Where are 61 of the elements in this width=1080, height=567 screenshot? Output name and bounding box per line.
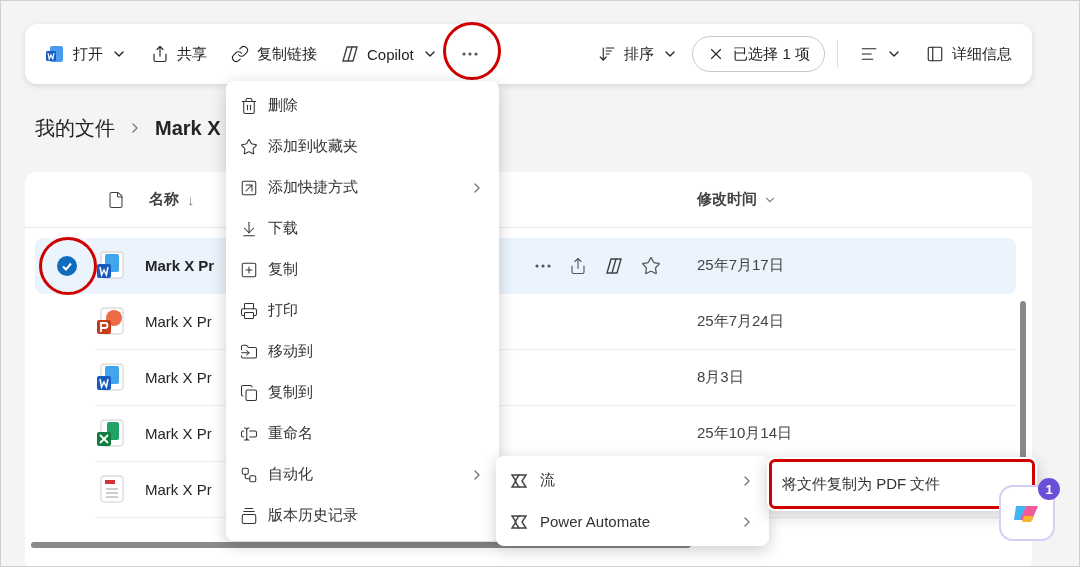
copilot-icon[interactable] bbox=[605, 256, 623, 275]
copilot-button[interactable]: Copilot bbox=[331, 36, 448, 72]
excel-file-icon bbox=[95, 417, 127, 450]
copilot-fab[interactable] bbox=[999, 485, 1055, 541]
flow-icon bbox=[510, 512, 530, 531]
share-button[interactable]: 共享 bbox=[141, 36, 217, 72]
modified-date: 8月3日 bbox=[697, 368, 744, 387]
menu-item[interactable]: 重命名 bbox=[230, 413, 495, 454]
folder-icon bbox=[240, 342, 258, 361]
file-name: Mark X Pr bbox=[145, 313, 212, 330]
menu-item[interactable]: 添加到收藏夹 bbox=[230, 126, 495, 167]
details-pane-icon bbox=[926, 45, 944, 63]
link-icon bbox=[231, 45, 249, 63]
details-button[interactable]: 详细信息 bbox=[916, 36, 1022, 72]
workflow-icon bbox=[240, 465, 258, 484]
shortcut-icon bbox=[240, 178, 258, 197]
copy-link-button[interactable]: 复制链接 bbox=[221, 36, 327, 72]
sort-icon bbox=[598, 45, 617, 63]
file-name: Mark X Pr bbox=[145, 257, 215, 274]
copy-icon bbox=[240, 260, 258, 279]
star-icon[interactable] bbox=[641, 255, 661, 276]
modified-date: 25年7月24日 bbox=[697, 312, 784, 331]
share-icon bbox=[151, 45, 169, 63]
checked-icon[interactable] bbox=[57, 255, 77, 276]
copilot-icon bbox=[341, 45, 359, 63]
download-icon bbox=[240, 219, 258, 238]
file-name: Mark X Pr bbox=[145, 481, 212, 498]
file-type-icon bbox=[107, 190, 125, 209]
flow-icon bbox=[510, 471, 530, 490]
file-name: Mark X Pr bbox=[145, 425, 212, 442]
history-icon bbox=[240, 506, 258, 525]
menu-item[interactable]: Power Automate bbox=[500, 501, 765, 542]
menu-item[interactable]: 添加快捷方式 bbox=[230, 167, 495, 208]
file-name: Mark X Pr bbox=[145, 369, 212, 386]
sort-button[interactable]: 排序 bbox=[588, 36, 689, 72]
menu-item[interactable]: 版本历史记录 bbox=[230, 495, 495, 536]
copy-icon bbox=[240, 383, 258, 402]
trash-icon bbox=[240, 96, 258, 115]
share-icon[interactable] bbox=[569, 256, 587, 275]
word-file-icon bbox=[95, 361, 127, 394]
notification-badge: 1 bbox=[1038, 478, 1060, 500]
modified-date: 25年7月17日 bbox=[697, 256, 784, 275]
menu-item[interactable]: 流 bbox=[500, 460, 765, 501]
rename-icon bbox=[240, 424, 258, 443]
more-icon[interactable] bbox=[535, 263, 551, 268]
column-header[interactable]: 修改时间 bbox=[697, 190, 757, 209]
sort-indicator: ↓ bbox=[187, 191, 195, 208]
menu-item[interactable]: 删除 bbox=[230, 85, 495, 126]
list-view-icon bbox=[860, 45, 878, 63]
column-header[interactable]: 名称 bbox=[149, 190, 179, 209]
open-button[interactable]: 打开 bbox=[35, 36, 137, 72]
menu-item[interactable]: 复制 bbox=[230, 249, 495, 290]
breadcrumb-item[interactable]: Mark X bbox=[155, 116, 221, 140]
more-icon bbox=[461, 52, 478, 56]
modified-date: 25年10月14日 bbox=[697, 424, 793, 443]
breadcrumb-item[interactable]: 我的文件 bbox=[35, 114, 115, 142]
word-file-icon bbox=[95, 249, 127, 282]
star-icon bbox=[240, 137, 258, 156]
printer-icon bbox=[240, 301, 258, 320]
powerpoint-file-icon bbox=[95, 305, 127, 338]
word-file-icon bbox=[45, 44, 65, 64]
